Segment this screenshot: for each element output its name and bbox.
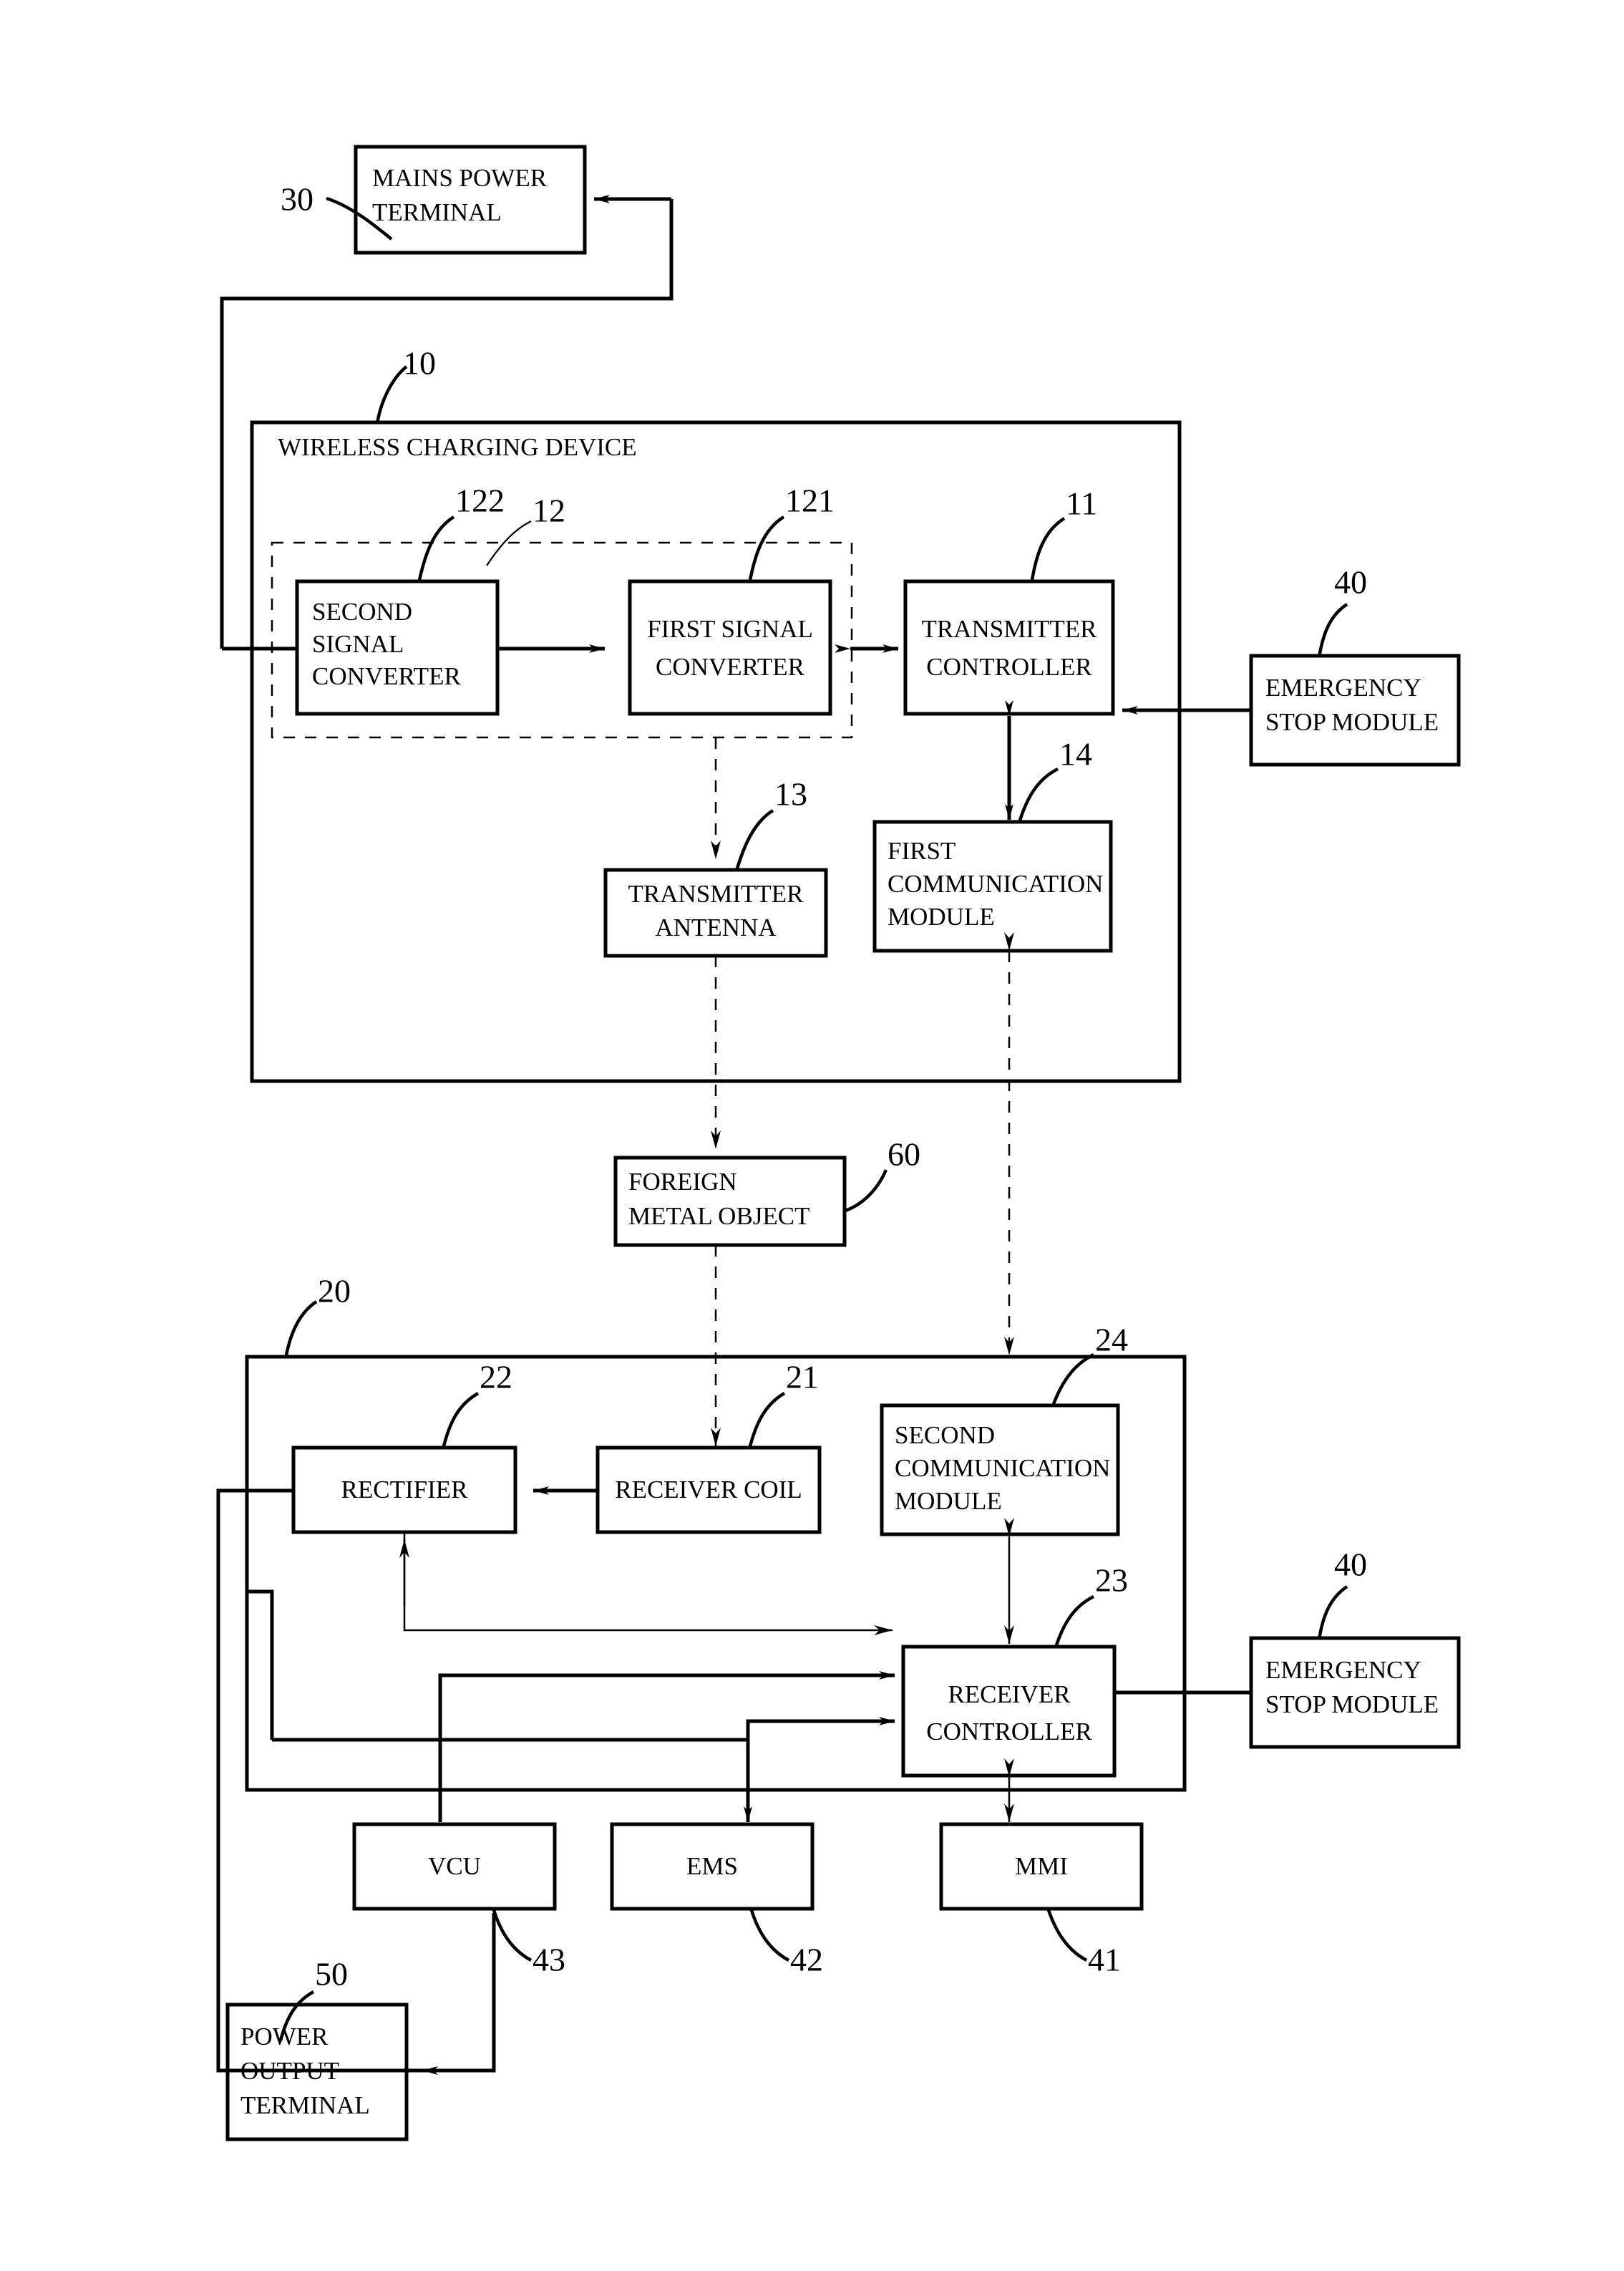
wire-bottom-bus-to-left-wall [247, 1589, 274, 1740]
second-signal-converter-label-line2: SIGNAL [312, 630, 404, 658]
transmitter-controller-label-line1: TRANSMITTER [922, 615, 1098, 643]
block-receiver-controller [901, 1645, 1117, 1778]
lead-line-24 [1051, 1352, 1095, 1405]
ref-numeral-20: 20 [318, 1273, 351, 1309]
ref-numeral-60: 60 [888, 1136, 920, 1173]
ref-numeral-11: 11 [1066, 485, 1097, 522]
ref-numeral-22: 22 [480, 1359, 512, 1395]
ref-numeral-121: 121 [785, 483, 835, 519]
lead-line-40-top [1317, 603, 1348, 658]
ref-numeral-41: 41 [1088, 1942, 1121, 1978]
ref-numeral-10: 10 [403, 345, 436, 382]
wire-vcu-branch-to-controller [438, 1671, 895, 1740]
lead-line-10 [375, 365, 408, 425]
first-signal-converter-label-line2: CONVERTER [656, 653, 805, 681]
ref-numeral-12: 12 [533, 493, 565, 529]
second-comm-module-label-line1: SECOND [895, 1421, 995, 1449]
ref-numeral-40-top: 40 [1334, 564, 1367, 601]
receiver-controller-label-line1: RECEIVER [948, 1680, 1071, 1708]
second-signal-converter-label-line1: SECOND [312, 598, 412, 626]
foreign-metal-object-label-line1: FOREIGN [628, 1168, 737, 1196]
patent-figure: MAINS POWER TERMINAL 30 WIRELESS CHARGIN… [0, 0, 1624, 2271]
lead-line-121 [748, 515, 785, 581]
rectifier-label: RECTIFIER [341, 1476, 469, 1503]
transmitter-antenna-label-line2: ANTENNA [655, 914, 777, 941]
ref-numeral-14: 14 [1059, 736, 1092, 773]
vcu-label: VCU [428, 1852, 481, 1880]
first-comm-module-label-line1: FIRST [888, 837, 956, 865]
lead-line-42 [749, 1909, 790, 1962]
wireless-charging-device-title: WIRELESS CHARGING DEVICE [278, 433, 637, 461]
transmitter-antenna-label-line1: TRANSMITTER [628, 880, 804, 908]
emergency-stop-top-label-line1: EMERGENCY [1265, 674, 1421, 702]
wire-power-rail-loop [216, 1488, 496, 2073]
power-output-terminal-label-line3: TERMINAL [240, 2091, 370, 2119]
ref-numeral-23: 23 [1095, 1562, 1128, 1599]
lead-line-60 [842, 1169, 888, 1214]
lead-line-14 [1018, 767, 1059, 821]
second-comm-module-label-line2: COMMUNICATION [895, 1454, 1110, 1482]
second-signal-converter-label-line3: CONVERTER [312, 662, 462, 690]
transmitter-controller-label-line2: CONTROLLER [926, 653, 1092, 681]
first-signal-converter-label-line1: FIRST SIGNAL [647, 615, 813, 643]
mmi-label: MMI [1015, 1852, 1068, 1880]
lead-line-22 [442, 1392, 480, 1447]
emergency-stop-top-label-line2: STOP MODULE [1265, 708, 1439, 736]
lead-line-122 [417, 515, 455, 581]
ref-numeral-122: 122 [455, 483, 505, 519]
mains-power-terminal-label-line1: MAINS POWER [372, 164, 548, 192]
lead-line-40-bottom [1317, 1585, 1348, 1640]
wire-rectifier-feedback-to-controller [403, 1534, 893, 1635]
foreign-metal-object-label-line2: METAL OBJECT [628, 1202, 810, 1230]
emergency-stop-bottom-label-line2: STOP MODULE [1265, 1690, 1439, 1718]
diagram-canvas: MAINS POWER TERMINAL 30 WIRELESS CHARGIN… [216, 145, 1461, 2141]
ref-numeral-40-bottom: 40 [1334, 1546, 1367, 1583]
receiver-coil-label: RECEIVER COIL [615, 1476, 802, 1503]
first-comm-module-label-line3: MODULE [888, 903, 995, 931]
ref-numeral-13: 13 [774, 776, 807, 813]
lead-line-20 [284, 1300, 318, 1356]
ref-numeral-42: 42 [790, 1942, 823, 1978]
ref-numeral-50: 50 [315, 1956, 348, 1992]
ref-numeral-24: 24 [1095, 1322, 1128, 1358]
lead-line-23 [1054, 1594, 1095, 1646]
lead-line-41 [1046, 1909, 1088, 1962]
ref-numeral-43: 43 [533, 1942, 565, 1978]
lead-line-21 [748, 1392, 786, 1447]
block-transmitter-controller [903, 579, 1115, 716]
lead-line-11 [1030, 517, 1066, 581]
ref-numeral-30: 30 [281, 181, 313, 218]
second-comm-module-label-line3: MODULE [895, 1487, 1002, 1515]
lead-line-43 [492, 1909, 533, 1962]
block-first-signal-converter [628, 579, 832, 716]
first-comm-module-label-line2: COMMUNICATION [888, 870, 1103, 898]
wire-ems-branch-to-controller [746, 1717, 895, 1740]
receiver-controller-label-line2: CONTROLLER [926, 1718, 1092, 1745]
mains-power-terminal-label-line2: TERMINAL [372, 198, 502, 226]
emergency-stop-bottom-label-line1: EMERGENCY [1265, 1656, 1421, 1684]
ref-numeral-21: 21 [786, 1359, 819, 1395]
lead-line-13 [735, 809, 774, 869]
ems-label: EMS [686, 1852, 738, 1880]
